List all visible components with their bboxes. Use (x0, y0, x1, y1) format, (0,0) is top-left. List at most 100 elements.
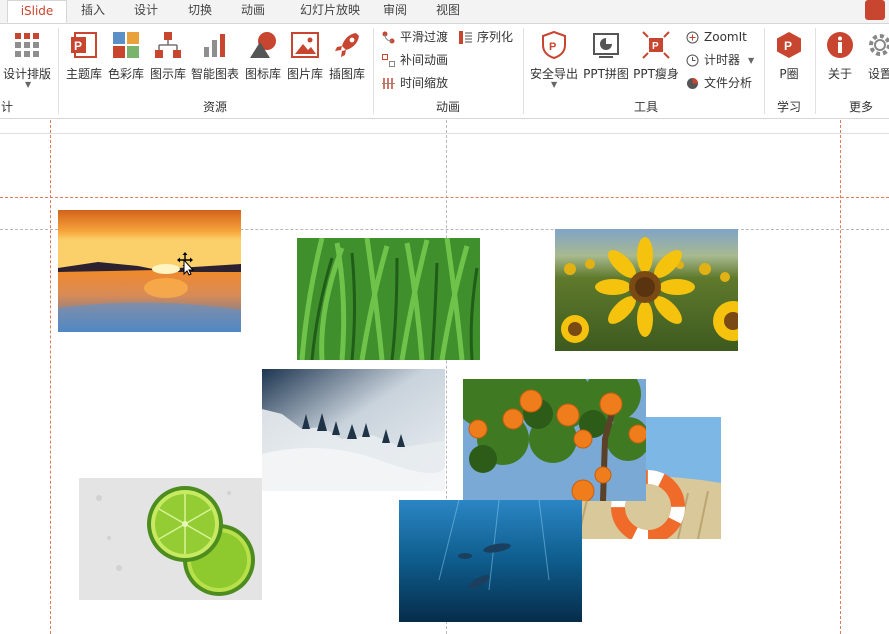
serialize-label: 序列化 (477, 30, 514, 44)
shield-icon: P (542, 30, 566, 60)
hexagon-p-icon: P (777, 32, 801, 58)
tween-icon (382, 54, 395, 67)
grass-photo[interactable] (297, 238, 480, 360)
dolphins-photo[interactable] (399, 500, 582, 622)
icon-library-label: 图标库 (244, 67, 281, 81)
theme-library-button[interactable]: P 主题库 (63, 28, 105, 88)
about-label: 关于 (827, 67, 852, 81)
tab-animations[interactable]: 动画 (235, 0, 271, 23)
time-scale-label: 时间缩放 (400, 76, 449, 90)
dropdown-arrow-icon[interactable]: ▼ (748, 56, 754, 65)
file-analysis-label: 文件分析 (704, 76, 753, 90)
theme-library-label: 主题库 (65, 67, 102, 81)
file-analysis-button[interactable]: 文件分析 (686, 73, 752, 93)
tween-animation-button[interactable]: 补间动画 (382, 50, 448, 70)
separator (764, 28, 765, 114)
tween-animation-label: 补间动画 (400, 53, 449, 67)
orange-tree-photo[interactable] (463, 379, 646, 501)
zoomit-button[interactable]: ZoomIt (686, 27, 747, 47)
misty-forest-photo[interactable] (262, 369, 445, 491)
illustration-library-button[interactable]: 插图库 (327, 28, 367, 88)
serialize-icon (459, 31, 472, 44)
color-library-label: 色彩库 (107, 67, 144, 81)
icon-library-button[interactable]: 图标库 (243, 28, 283, 88)
svg-text:P: P (784, 39, 792, 53)
pie-chart-icon (687, 78, 698, 89)
palette-icon (113, 32, 139, 58)
picture-icon (291, 32, 319, 58)
hierarchy-icon (155, 32, 181, 58)
settings-label: 设置 (867, 67, 889, 81)
svg-text:P: P (549, 41, 556, 53)
puzzle-icon (593, 33, 619, 58)
group-label-design: 计 (0, 100, 13, 114)
ribbon: 设计排版 ▼ 计 P 主题库 色彩库 图示库 智能图表 图标库 图片库 插图库 … (0, 24, 889, 119)
picture-library-label: 图片库 (286, 67, 323, 81)
picture-library-button[interactable]: 图片库 (285, 28, 325, 88)
zoom-plus-icon (686, 31, 699, 44)
ppt-puzzle-button[interactable]: PPT拼图 (582, 28, 630, 88)
separator (58, 28, 59, 114)
group-label-learn: 学习 (776, 100, 801, 114)
ruler (0, 119, 889, 134)
separator (373, 28, 374, 114)
tab-islide[interactable]: iSlide (7, 0, 67, 23)
rocket-icon (335, 33, 359, 57)
smooth-transition-icon (382, 31, 395, 44)
smooth-transition-button[interactable]: 平滑过渡 (382, 27, 448, 47)
time-scale-button[interactable]: 时间缩放 (382, 73, 448, 93)
gear-icon (869, 34, 889, 56)
compress-icon: P (642, 31, 670, 59)
timer-button[interactable]: 计时器 (686, 50, 740, 70)
settings-button[interactable]: 设置 (862, 28, 889, 88)
lime-photo[interactable] (79, 478, 262, 600)
tab-view[interactable]: 视图 (430, 0, 466, 23)
dropdown-arrow-icon[interactable]: ▼ (25, 80, 31, 89)
bar-chart-icon (204, 34, 225, 57)
move-cursor-icon (177, 252, 195, 276)
tab-insert[interactable]: 插入 (75, 0, 111, 23)
smart-chart-label: 智能图表 (190, 67, 239, 81)
tab-slideshow[interactable]: 幻灯片放映 (290, 0, 370, 23)
diagram-library-label: 图示库 (149, 67, 186, 81)
smooth-transition-label: 平滑过渡 (400, 30, 449, 44)
dropdown-arrow-icon[interactable]: ▼ (551, 80, 557, 89)
svg-text:P: P (652, 41, 659, 52)
ppt-puzzle-label: PPT拼图 (583, 67, 629, 81)
smart-chart-button[interactable]: 智能图表 (190, 28, 240, 88)
ppt-slim-button[interactable]: P PPT瘦身 (632, 28, 680, 88)
group-label-animation: 动画 (435, 100, 460, 114)
ribbon-tab-bar: iSlide 插入 设计 切换 动画 幻灯片放映 审阅 视图 (0, 0, 889, 24)
color-library-button[interactable]: 色彩库 (106, 28, 146, 88)
clock-icon (686, 54, 699, 67)
secure-export-button[interactable]: P 安全导出 (529, 28, 579, 88)
separator (523, 28, 524, 114)
svg-text:P: P (74, 39, 82, 53)
grid-icon (15, 33, 39, 57)
islide-logo-icon (865, 0, 885, 20)
time-scale-icon (382, 78, 395, 89)
group-label-resources: 资源 (202, 100, 227, 114)
design-layout-button[interactable]: 设计排版 (0, 28, 54, 88)
tab-design[interactable]: 设计 (128, 0, 164, 23)
sunflower-photo[interactable] (555, 229, 738, 351)
p-circle-label: P圈 (779, 67, 799, 81)
illustration-library-label: 插图库 (328, 67, 365, 81)
group-label-more: 更多 (848, 100, 873, 114)
tab-transitions[interactable]: 切换 (182, 0, 218, 23)
separator (815, 28, 816, 114)
diagram-library-button[interactable]: 图示库 (148, 28, 188, 88)
p-circle-button[interactable]: P P圈 (767, 28, 811, 88)
serialize-button[interactable]: 序列化 (459, 27, 513, 47)
sunset-photo[interactable] (58, 210, 241, 332)
shapes-icon (250, 32, 276, 58)
info-icon (827, 32, 853, 58)
timer-label: 计时器 (704, 53, 741, 67)
group-label-tools: 工具 (633, 100, 658, 114)
guide-line[interactable] (0, 197, 889, 198)
ppt-slim-label: PPT瘦身 (633, 67, 679, 81)
zoomit-label: ZoomIt (704, 30, 747, 44)
about-button[interactable]: 关于 (820, 28, 860, 88)
powerpoint-icon: P (71, 32, 97, 58)
tab-review[interactable]: 审阅 (377, 0, 413, 23)
